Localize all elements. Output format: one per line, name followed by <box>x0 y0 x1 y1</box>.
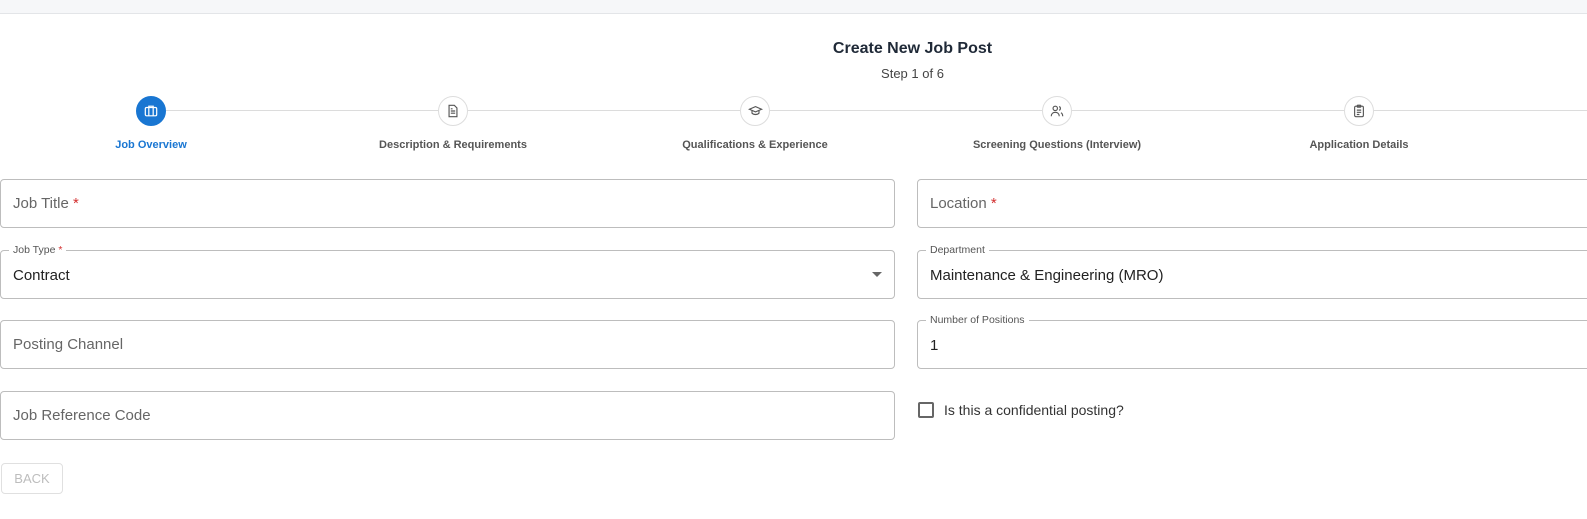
department-input[interactable]: Department Maintenance & Engineering (MR… <box>917 244 1587 299</box>
step-connector <box>1072 110 1344 111</box>
step-connector <box>770 110 1042 111</box>
document-icon <box>448 104 458 118</box>
step-description[interactable] <box>438 96 468 126</box>
step-label: Screening Questions (Interview) <box>972 139 1142 151</box>
step-connector <box>468 110 740 111</box>
step-indicator: Step 1 of 6 <box>881 66 944 81</box>
step-connector <box>166 110 438 111</box>
location-input[interactable]: Location * <box>917 179 1587 228</box>
required-marker: * <box>58 244 63 256</box>
reference-placeholder: Job Reference Code <box>13 407 151 424</box>
graduation-cap-icon <box>747 106 763 116</box>
positions-label: Number of Positions <box>926 314 1029 326</box>
required-marker: * <box>990 195 997 212</box>
step-connector <box>1374 110 1587 111</box>
step-label: Qualifications & Experience <box>682 139 828 151</box>
step-application-details[interactable] <box>1344 96 1374 126</box>
clipboard-icon <box>1354 104 1364 118</box>
briefcase-icon <box>144 105 158 117</box>
confidential-checkbox[interactable] <box>918 402 934 418</box>
job-title-input[interactable]: Job Title * <box>0 179 895 228</box>
back-button[interactable]: BACK <box>1 463 63 494</box>
job-title-placeholder: Job Title <box>13 195 69 212</box>
step-label: Description & Requirements <box>379 139 527 151</box>
step-label: Application Details <box>1309 139 1409 151</box>
department-value: Maintenance & Engineering (MRO) <box>930 267 1164 284</box>
department-label: Department <box>926 244 989 256</box>
page-title: Create New Job Post <box>832 40 993 57</box>
step-qualifications[interactable] <box>740 96 770 126</box>
step-label: Job Overview <box>115 139 187 151</box>
step-screening[interactable] <box>1042 96 1072 126</box>
positions-value: 1 <box>930 337 939 354</box>
location-placeholder: Location <box>930 195 987 212</box>
dropdown-arrow-icon <box>872 272 882 277</box>
job-type-label: Job Type <box>13 244 56 256</box>
number-of-positions-input[interactable]: Number of Positions 1 <box>917 314 1587 369</box>
posting-channel-input[interactable]: Posting Channel <box>0 320 895 369</box>
top-bar <box>0 0 1587 14</box>
required-marker: * <box>73 195 79 212</box>
job-type-value: Contract <box>13 267 70 284</box>
step-job-overview[interactable] <box>136 96 166 126</box>
posting-channel-placeholder: Posting Channel <box>13 336 124 353</box>
job-type-select[interactable]: Job Type * Contract <box>0 244 895 299</box>
confidential-label[interactable]: Is this a confidential posting? <box>944 402 1124 418</box>
users-icon <box>1050 105 1064 117</box>
job-reference-code-input[interactable]: Job Reference Code <box>0 391 895 440</box>
